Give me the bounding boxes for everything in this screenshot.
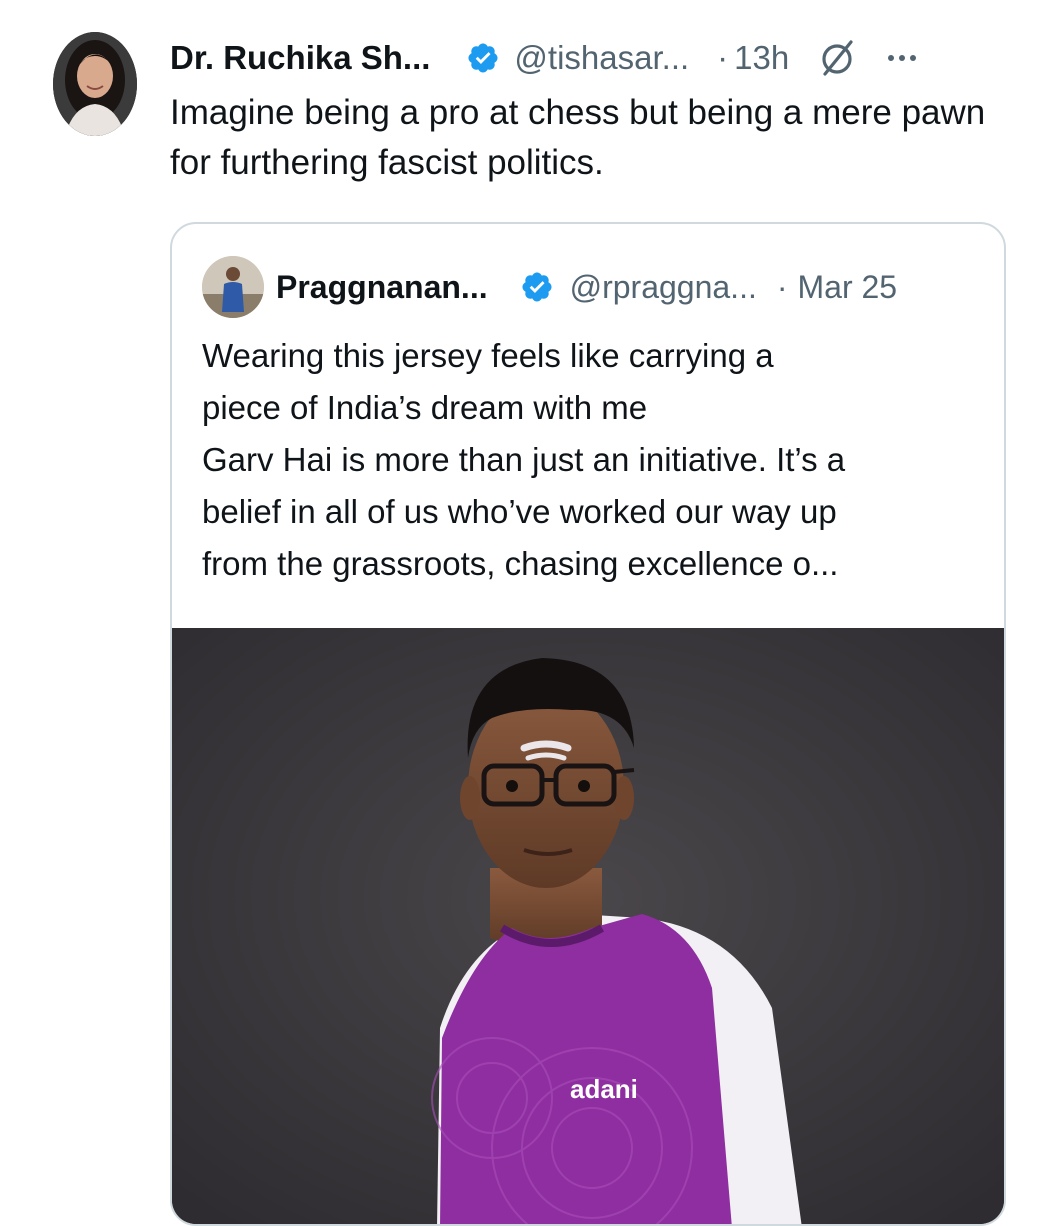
grok-icon[interactable]: [817, 38, 857, 78]
verified-badge-icon[interactable]: [466, 41, 500, 75]
quoted-tweet[interactable]: Praggnanan... @rpraggna... · Mar 25 Wear…: [170, 222, 1006, 1226]
quoted-timestamp[interactable]: Mar 25: [798, 269, 898, 306]
tweet-header: Dr. Ruchika Sh... @tishasar... · 13h: [170, 34, 917, 82]
author-avatar[interactable]: [53, 32, 137, 136]
timestamp[interactable]: 13h: [734, 39, 789, 77]
more-options-icon[interactable]: [887, 43, 917, 73]
verified-badge-icon[interactable]: [520, 270, 554, 304]
separator-dot: ·: [717, 39, 729, 76]
jersey-logo: adani: [570, 1074, 638, 1104]
quoted-author-handle[interactable]: @rpraggna...: [570, 269, 757, 306]
quoted-author-avatar[interactable]: [202, 256, 264, 318]
quoted-tweet-text: Wearing this jersey feels like carrying …: [202, 337, 846, 582]
author-handle[interactable]: @tishasar...: [514, 39, 689, 77]
tweet[interactable]: Dr. Ruchika Sh... @tishasar... · 13h Ima…: [0, 0, 1048, 1226]
tweet-text: Imagine being a pro at chess but being a…: [170, 93, 986, 182]
separator-dot: ·: [776, 268, 788, 305]
quoted-author-name[interactable]: Praggnanan...: [276, 269, 488, 306]
quoted-tweet-header: Praggnanan... @rpraggna... · Mar 25: [276, 264, 897, 310]
quoted-tweet-image[interactable]: adani: [172, 628, 1004, 1224]
author-name[interactable]: Dr. Ruchika Sh...: [170, 39, 430, 77]
